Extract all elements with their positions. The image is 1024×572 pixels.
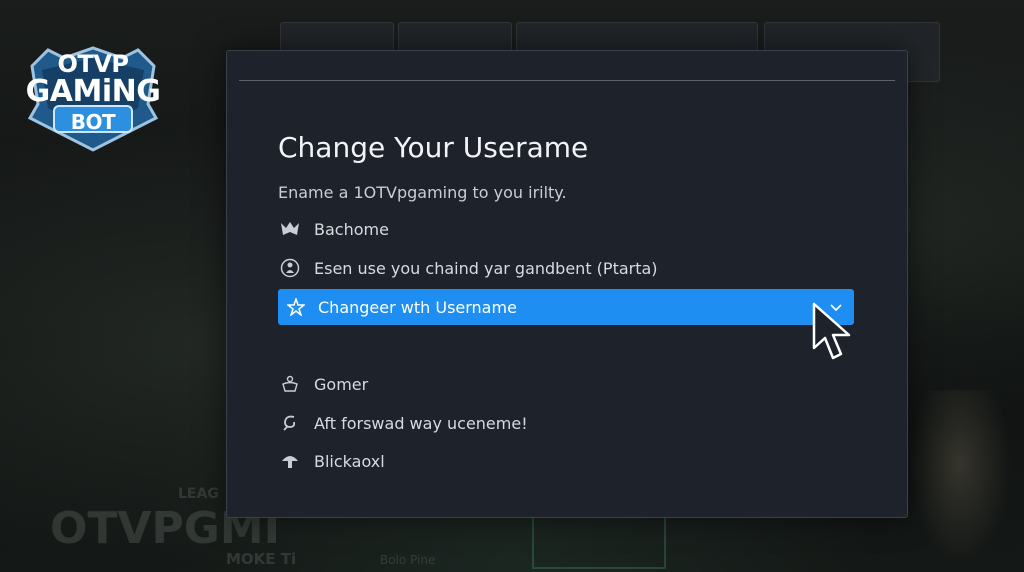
logo-line-3: BOT (70, 110, 116, 134)
option-blickaoxl[interactable]: Blickaoxl (278, 444, 854, 478)
game-screen: LEAG OTVPGMI MOKE Ti Bolo Pine OTVP GAMi… (0, 0, 1024, 572)
option-label: Gomer (314, 374, 369, 394)
background-bolo-text: Bolo Pine (380, 553, 436, 567)
mushroom-icon (278, 449, 302, 473)
option-gomer[interactable]: Gomer (278, 367, 854, 401)
option-label: Blickaoxl (314, 451, 385, 471)
dialog-divider (239, 80, 895, 81)
logo-line-2: GAMiNG (25, 74, 161, 109)
gamepad-icon (278, 372, 302, 396)
change-username-dialog: Change Your Userame Ename a 1OTVpgaming … (226, 50, 908, 518)
mouse-pointer-icon (812, 302, 856, 362)
background-moke-text: MOKE Ti (226, 550, 297, 568)
option-aft-forswad[interactable]: Aft forswad way uceneme! (278, 406, 854, 440)
option-label: Bachome (314, 219, 389, 239)
background-hero-figure (905, 390, 1015, 572)
option-esen-use[interactable]: Esen use you chaind yar gandbent (Ptarta… (278, 251, 854, 285)
option-label: Changeer wth Username (318, 297, 517, 317)
background-league-text: LEAG (178, 486, 219, 502)
hook-icon (278, 411, 302, 435)
option-label: Aft forswad way uceneme! (314, 413, 528, 433)
otvp-gaming-bot-logo: OTVP GAMiNG BOT (24, 44, 162, 154)
star-icon (284, 295, 308, 319)
dialog-title: Change Your Userame (278, 131, 589, 164)
mask-icon (278, 217, 302, 241)
option-bachome[interactable]: Bachome (278, 212, 854, 246)
option-change-username[interactable]: Changeer wth Username (278, 289, 854, 325)
dialog-subtitle: Ename a 1OTVpgaming to you irilty. (278, 183, 567, 202)
option-label: Esen use you chaind yar gandbent (Ptarta… (314, 258, 658, 278)
user-circle-icon (278, 256, 302, 280)
